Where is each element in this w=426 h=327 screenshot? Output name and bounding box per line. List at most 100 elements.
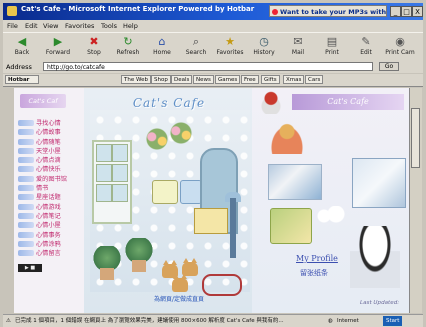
scrollbar-thumb[interactable] [411,108,420,168]
nav-item[interactable]: 心情故事 [18,127,84,136]
menu-edit[interactable]: Edit [25,22,38,30]
nav-bullet-icon [18,222,34,229]
nav-item[interactable]: 情书 [18,183,84,192]
street-lamp-pole [230,198,236,258]
link-shop[interactable]: Shop [151,75,171,84]
nav-bullet-icon [18,157,34,164]
nav-item[interactable]: 天堂小屋 [18,146,84,155]
back-button[interactable]: ◀ Back [5,35,39,59]
ie-logo-icon [7,6,17,16]
refresh-button[interactable]: ↻ Refresh [111,35,145,59]
history-label: History [253,49,275,56]
minimize-button[interactable]: _ [390,6,401,17]
nav-bullet-icon [18,129,34,136]
address-input[interactable]: http://go.to/catcafe [43,62,373,71]
my-profile-link[interactable]: My Profile [296,254,356,264]
refresh-label: Refresh [116,49,140,56]
nav-bullet-icon [18,175,34,182]
anime-girl-image [350,226,400,288]
edit-icon: ✎ [361,35,371,48]
menu-view[interactable]: View [43,22,58,30]
hotbar-logo[interactable]: Hotbar [5,75,39,84]
last-updated-label: Last Updated: [360,300,400,306]
edit-button[interactable]: ✎ Edit [349,35,383,59]
print-cam-label: Print Cam [385,49,415,56]
link-games[interactable]: Games [215,75,241,84]
forward-button[interactable]: ▶ Forward [41,35,75,59]
vertical-scrollbar[interactable] [409,88,422,313]
link-cars[interactable]: Cars [305,75,324,84]
nav-item[interactable]: 心情游戏 [18,202,84,211]
history-button[interactable]: ◷ History [247,35,281,59]
nav-bullet-icon [18,194,34,201]
ad-banner[interactable]: Want to take your MP3s with you? [269,5,387,17]
potted-plant-image [92,246,122,270]
page-content: Cat's Caf 寻找心情 心情故事 心情随笔 天堂小屋 心情点滴 心情快乐 … [14,88,409,313]
nav-item[interactable]: 心情小屋 [18,220,84,229]
nav-item-label: 星座话题 [36,194,61,202]
nav-bullet-icon [18,166,34,173]
nav-item[interactable]: 心情随笔 [18,137,84,146]
link-xmas[interactable]: Xmas [283,75,305,84]
guestbook-link[interactable]: 留张纸条 [300,268,350,278]
clown-mascot-icon [260,88,282,114]
nav-bullet-icon [18,138,34,145]
stop-icon: ✖ [89,35,99,48]
mail-label: Mail [291,49,305,56]
window-pane [96,184,112,202]
nav-item-label: 爱的图书馆 [36,175,67,183]
rainbow-photo[interactable] [268,164,322,200]
plant-pot [132,260,146,272]
cat-icon[interactable] [172,274,188,292]
countryside-photo[interactable] [270,208,312,244]
nav-item-label: 心情游戏 [36,203,61,211]
flower-decoration [168,122,194,144]
diary-book-icon[interactable] [194,208,228,234]
print-cam-button[interactable]: ◉ Print Cam [383,35,417,59]
nav-item-label: 心情快乐 [36,166,61,174]
nav-item[interactable]: 心情留言 [18,248,84,257]
menu-tools[interactable]: Tools [101,22,117,30]
nav-item-label: 心情小屋 [36,222,61,230]
nav-item[interactable]: 心情点滴 [18,155,84,164]
camera-icon: ◉ [395,35,405,48]
winter-tree-photo[interactable] [352,158,406,208]
menu-favorites[interactable]: Favorites [65,22,94,30]
nav-item[interactable]: 心情事务 [18,230,84,239]
print-button[interactable]: ▤ Print [315,35,349,59]
home-icon: ⌂ [158,35,166,48]
edit-label: Edit [360,49,372,56]
cup-icon[interactable] [152,180,178,204]
title-bar: Cat's Cafe - Microsoft Internet Explorer… [3,3,423,20]
music-player[interactable]: ▶ ■ [18,264,42,272]
maximize-button[interactable]: □ [401,6,412,17]
go-button[interactable]: Go [379,62,399,71]
start-button[interactable]: Start [383,316,403,326]
set-homepage-link[interactable]: 為網頁/定做成直頁 [144,294,214,304]
nav-item-label: 心情点滴 [36,157,61,165]
link-the-web[interactable]: The Web [121,75,151,84]
menu-file[interactable]: File [7,22,18,30]
nav-item[interactable]: 心情涂鸦 [18,239,84,248]
nav-item[interactable]: 心情快乐 [18,164,84,173]
home-button[interactable]: ⌂ Home [145,35,179,59]
close-button[interactable]: X [412,6,423,17]
stop-button[interactable]: ✖ Stop [77,35,111,59]
nav-item[interactable]: 星座话题 [18,192,84,201]
link-deals[interactable]: Deals [171,75,193,84]
link-news[interactable]: News [193,75,214,84]
favorites-button[interactable]: ★ Favorites [213,35,247,59]
link-gifts[interactable]: Gifts [261,75,280,84]
left-logo[interactable]: Cat's Caf [20,94,66,108]
mail-button[interactable]: ✉ Mail [281,35,315,59]
teapot-icon[interactable] [180,180,202,204]
nav-item[interactable]: 爱的图书馆 [18,174,84,183]
link-free[interactable]: Free [241,75,259,84]
mail-icon: ✉ [293,35,303,48]
toolbar: ◀ Back ▶ Forward ✖ Stop ↻ Refresh ⌂ Home ⌕ Sea… [3,32,423,62]
search-button[interactable]: ⌕ Search [179,35,213,59]
nav-item[interactable]: 心情笔记 [18,211,84,220]
back-arrow-icon: ◀ [17,35,27,48]
menu-help[interactable]: Help [123,22,138,30]
nav-item[interactable]: 寻找心情 [18,118,84,127]
